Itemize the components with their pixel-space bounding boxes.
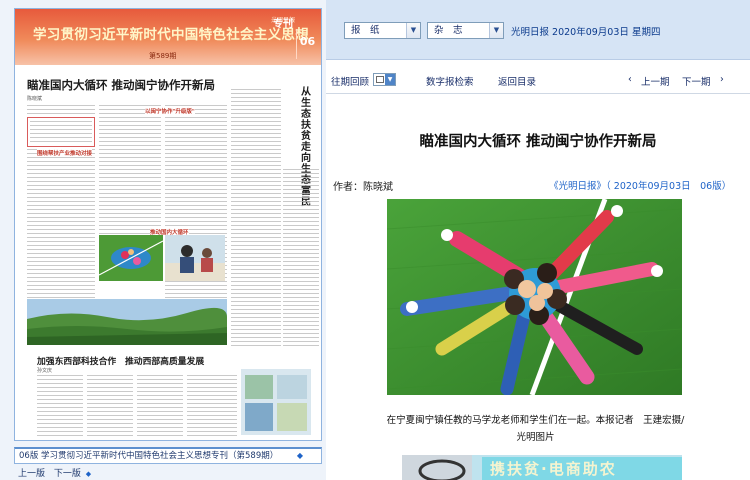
second-headline: 加强东西部科技合作 推动西部高质量发展	[37, 357, 205, 367]
page-caption-link[interactable]: 06版 学习贯彻习近平新时代中国特色社会主义思想专刊（第589期） ◆	[14, 447, 322, 464]
paper-select-value: 报 纸	[351, 25, 380, 36]
thumbnail-photo-lab	[241, 369, 311, 435]
second-article-photo: 携扶贫·电商助农	[402, 455, 682, 480]
next-issue-link[interactable]: 下一期	[682, 74, 711, 88]
calendar-dropdown[interactable]: ▼	[373, 73, 396, 86]
paper-name: 光明日报	[511, 27, 550, 38]
page-nav: 上一版 下一版 ◆	[18, 466, 97, 479]
photo-caption: 在宁夏闽宁镇任教的马学龙老师和学生们在一起。本报记者 王建宏摄/光明图片	[386, 415, 685, 443]
text-column	[99, 105, 161, 235]
magazine-select[interactable]: 杂 志 ▼	[427, 22, 504, 39]
chevron-down-icon[interactable]: ▼	[489, 23, 503, 38]
lead-headline: 瞄准国内大循环 推动闽宁协作开新局	[27, 78, 216, 92]
thumbnail-photo-children	[99, 235, 163, 281]
paper-select[interactable]: 报 纸 ▼	[344, 22, 421, 39]
article-photo	[387, 199, 682, 395]
subhead: 围绕帮扶产业推动对接	[37, 149, 93, 157]
next-page-link[interactable]: 下一版	[54, 469, 81, 479]
prev-issue-link[interactable]: 上一期	[641, 74, 670, 88]
text-column	[30, 121, 92, 143]
issue-date: 2020年09月03日	[552, 27, 629, 38]
newspaper-panel: 学习贯彻习近平新时代中国特色社会主义思想 光明日報 专刊 06 第589期 瞄准…	[0, 0, 326, 480]
past-review-link[interactable]: 往期回顾	[331, 74, 369, 88]
text-column	[231, 89, 281, 347]
chevron-down-icon[interactable]: ▼	[406, 23, 420, 38]
text-column	[187, 375, 237, 437]
chevron-right-icon: ›	[720, 74, 724, 85]
diamond-icon: ◆	[85, 470, 92, 478]
magazine-select-value: 杂 志	[434, 25, 463, 36]
author-label: 作者：	[333, 182, 363, 193]
digital-search-link[interactable]: 数字报检索	[426, 74, 474, 88]
lead-byline: 陈晓斌	[27, 96, 43, 102]
banner-issue: 第589期	[149, 52, 177, 60]
text-column	[37, 375, 83, 437]
prev-page-link[interactable]: 上一版	[18, 469, 45, 479]
back-to-contents-link[interactable]: 返回目录	[498, 74, 536, 88]
chevron-left-icon: ‹	[628, 74, 632, 85]
page-banner: 学习贯彻习近平新时代中国特色社会主义思想 光明日報 专刊 06 第589期	[15, 9, 321, 65]
text-column	[87, 375, 133, 437]
author-name: 陈晓斌	[363, 182, 393, 193]
thumbnail-photo-teacher	[165, 235, 225, 281]
newspaper-page-image[interactable]: 学习贯彻习近平新时代中国特色社会主义思想 光明日報 专刊 06 第589期 瞄准…	[14, 8, 322, 441]
banner-page-number: 06	[296, 29, 318, 59]
article-author: 作者：陈晓斌	[333, 178, 393, 193]
text-column	[283, 169, 319, 349]
page-caption-text: 06版 学习贯彻习近平新时代中国特色社会主义思想专刊（第589期）	[19, 451, 279, 461]
calendar-icon	[376, 76, 384, 83]
nav-row: 往期回顾 ▼ 数字报检索 返回目录 ‹ 上一期 下一期 ›	[326, 70, 750, 94]
issue-info: 光明日报 2020年09月03日 星期四	[511, 24, 660, 38]
second-photo-text: 携扶贫·电商助农	[490, 460, 617, 478]
second-byline: 孙文庆	[37, 368, 53, 374]
article-source-link[interactable]: 《光明日报》（ 2020年09月03日 06版）	[549, 178, 731, 192]
thumbnail-photo-landscape	[27, 299, 227, 345]
diamond-icon: ◆	[296, 451, 303, 460]
text-column	[137, 375, 183, 437]
article-title: 瞄准国内大循环 推动闽宁协作开新局	[419, 134, 657, 150]
subhead: 以闽宁协作"升级版"	[145, 107, 195, 115]
chevron-down-icon: ▼	[385, 74, 395, 85]
issue-weekday: 星期四	[631, 27, 661, 38]
banner-title: 学习贯彻习近平新时代中国特色社会主义思想	[33, 27, 309, 43]
top-toolbar: 报 纸 ▼ 杂 志 ▼ 光明日报 2020年09月03日 星期四	[326, 0, 750, 60]
